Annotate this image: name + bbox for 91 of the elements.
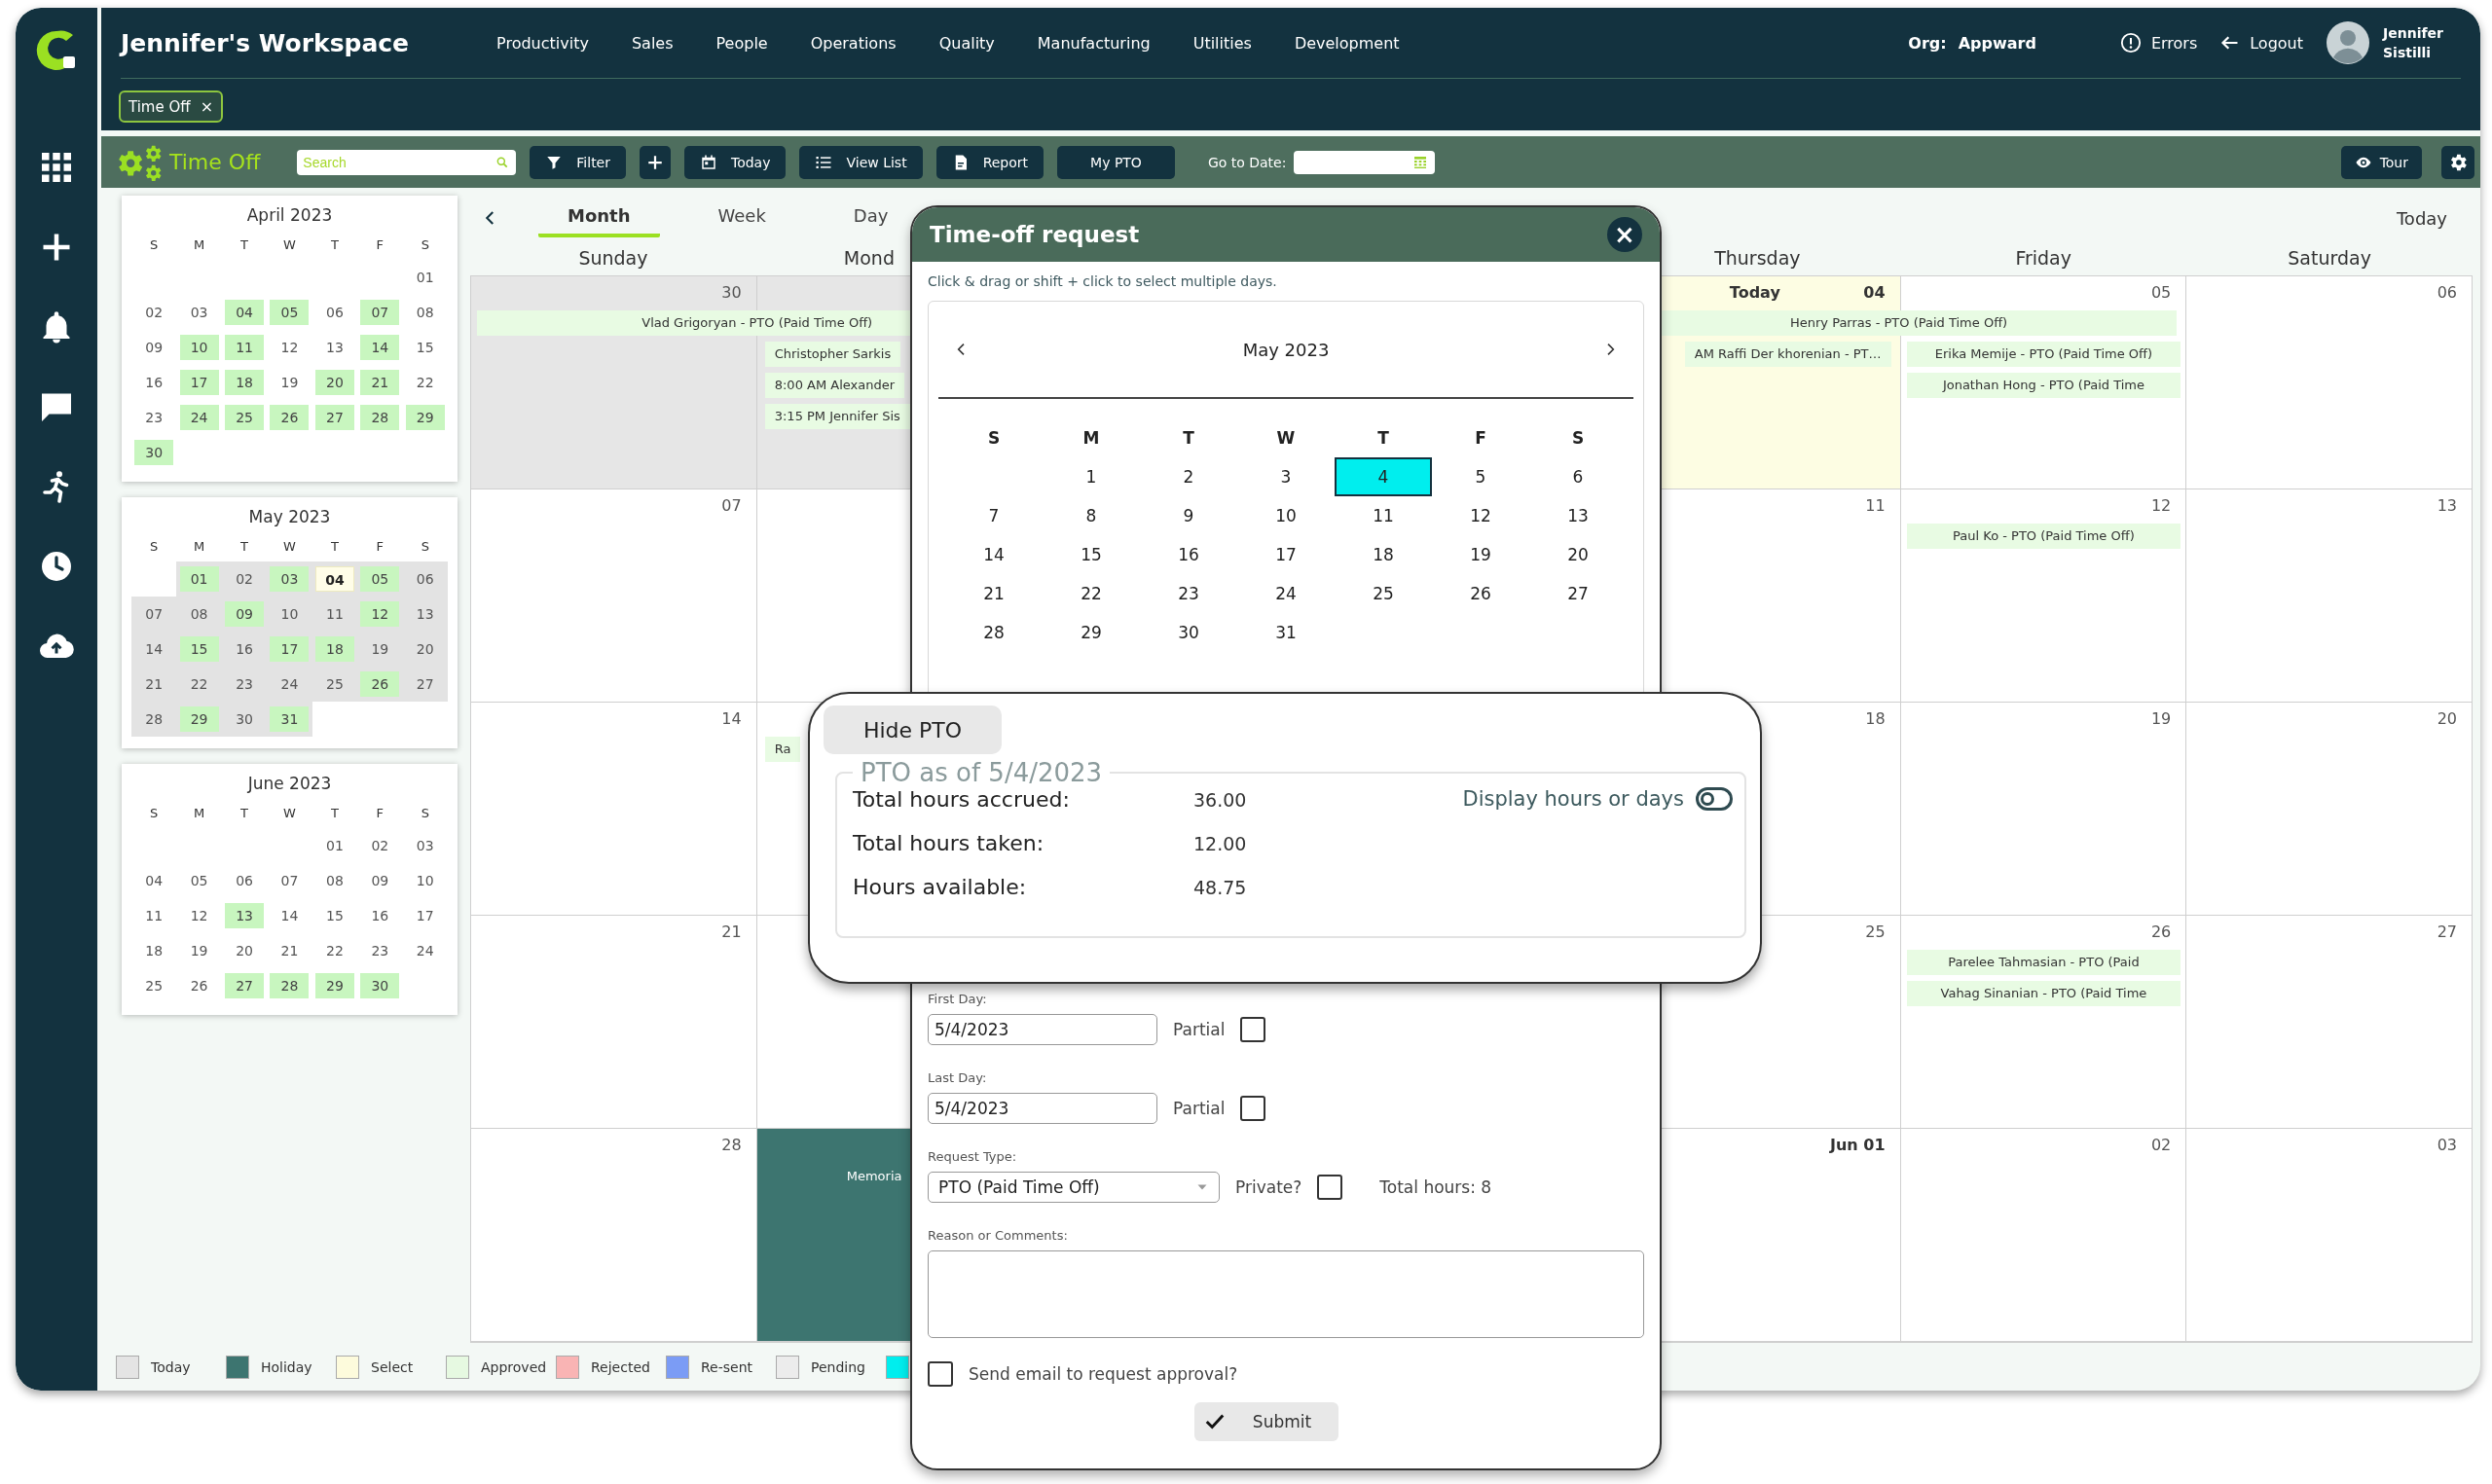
legend-label: Approved xyxy=(481,1359,547,1375)
weekday-label: T xyxy=(239,538,250,556)
day-number: 20 xyxy=(2437,708,2457,728)
legend-label: Holiday xyxy=(261,1359,312,1375)
weekday-header: Saturday xyxy=(2288,247,2371,269)
mini-calendar-title: April 2023 xyxy=(245,205,334,225)
holiday-name: Memoria xyxy=(845,1168,903,1183)
weekday-label: S xyxy=(420,236,430,254)
summary-label: Total hours accrued: xyxy=(853,787,1071,812)
field-label: Request Type: xyxy=(928,1149,1018,1164)
weekday-header: Friday xyxy=(2015,247,2071,269)
weekday-label: T xyxy=(1376,427,1390,450)
weekday-label: T xyxy=(239,805,250,822)
page-title: Time Off xyxy=(169,150,261,174)
weekday-header: Sunday xyxy=(578,247,648,269)
day-number: 28 xyxy=(721,1135,742,1154)
weekday-label: S xyxy=(149,538,160,556)
day-number: 06 xyxy=(2437,282,2457,302)
weekday-label: F xyxy=(375,805,385,822)
weekday-label: S xyxy=(149,236,160,254)
group-title: PTO as of 5/4/2023 xyxy=(860,758,1104,787)
day-number: 30 xyxy=(721,282,742,302)
day-number: 21 xyxy=(721,922,742,941)
hint-text: Click & drag or shift + click to select multiple days. xyxy=(928,273,1278,289)
summary-value: 12.00 xyxy=(1193,832,1247,854)
mini-calendar-title: May 2023 xyxy=(247,507,332,526)
legend-label: Pending xyxy=(811,1359,865,1375)
mini-calendar-title: June 2023 xyxy=(246,774,333,793)
day-number: 19 xyxy=(2150,708,2172,728)
day-number: 07 xyxy=(721,495,742,515)
workspace-title: Jennifer's Workspace xyxy=(121,28,410,57)
weekday-label: T xyxy=(329,236,340,254)
weekday-label: T xyxy=(329,538,340,556)
weekday-header: Thursday xyxy=(1714,247,1801,269)
weekday-label: M xyxy=(1081,427,1101,450)
field-label: First Day: xyxy=(928,992,988,1006)
summary-label: Total hours taken: xyxy=(853,831,1045,855)
weekday-label: F xyxy=(375,236,385,254)
weekday-header: Mond xyxy=(843,247,895,269)
weekday-label: S xyxy=(149,805,160,822)
weekday-label: W xyxy=(282,538,297,556)
day-number: 18 xyxy=(1865,708,1886,728)
weekday-label: S xyxy=(420,538,430,556)
weekday-label: W xyxy=(282,236,297,254)
legend-label: Re-sent xyxy=(701,1359,753,1375)
weekday-label: W xyxy=(1275,427,1297,450)
day-number: Jun 01 xyxy=(1830,1135,1886,1154)
summary-label: Hours available: xyxy=(853,875,1028,899)
day-number: 27 xyxy=(2437,922,2457,941)
weekday-label: F xyxy=(1474,427,1487,450)
day-number: 14 xyxy=(721,708,742,728)
summary-value: 48.75 xyxy=(1193,876,1247,898)
weekday-label: S xyxy=(986,427,1002,450)
field-label: Reason or Comments: xyxy=(928,1228,1069,1243)
dialog-title: Time-off request xyxy=(930,222,1141,247)
legend-label: Today xyxy=(151,1359,191,1375)
day-number: 26 xyxy=(2150,922,2172,941)
legend-label: Rejected xyxy=(591,1359,650,1375)
toggle-label: Display hours or days xyxy=(1462,787,1684,811)
day-number: 05 xyxy=(2150,282,2172,302)
day-number: 12 xyxy=(2150,495,2172,515)
private-label: Private? xyxy=(1235,1177,1302,1197)
today-label: Today xyxy=(1729,282,1780,302)
field-label: Last Day: xyxy=(928,1070,988,1085)
day-number: 02 xyxy=(2150,1135,2172,1154)
weekday-label: W xyxy=(282,805,297,822)
partial-label: Partial xyxy=(1173,1020,1226,1039)
summary-value: 36.00 xyxy=(1193,788,1247,811)
day-number: 04 xyxy=(1863,282,1886,302)
day-number: 03 xyxy=(2437,1135,2457,1154)
month-title: May 2023 xyxy=(1242,339,1330,360)
org-name: Appward xyxy=(1958,33,2036,53)
weekday-label: T xyxy=(1182,427,1195,450)
user-name: Jennifer Sistilli xyxy=(2383,24,2444,62)
total-hours: Total hours: 8 xyxy=(1379,1177,1492,1197)
send-email-label: Send email to request approval? xyxy=(969,1364,1238,1384)
day-number: 25 xyxy=(1865,922,1886,941)
weekday-label: S xyxy=(420,805,430,822)
weekday-label: M xyxy=(193,538,206,556)
partial-label: Partial xyxy=(1173,1099,1226,1118)
weekday-label: T xyxy=(329,805,340,822)
day-number: 13 xyxy=(2437,495,2457,515)
weekday-label: S xyxy=(1570,427,1586,450)
weekday-label: T xyxy=(239,236,250,254)
org-label: Org: xyxy=(1908,33,1947,53)
weekday-label: M xyxy=(193,236,206,254)
weekday-label: M xyxy=(193,805,206,822)
day-number: 11 xyxy=(1865,495,1886,515)
legend-label: Select xyxy=(371,1359,414,1375)
weekday-label: F xyxy=(375,538,385,556)
go-to-date-label: Go to Date: xyxy=(1207,154,1287,170)
